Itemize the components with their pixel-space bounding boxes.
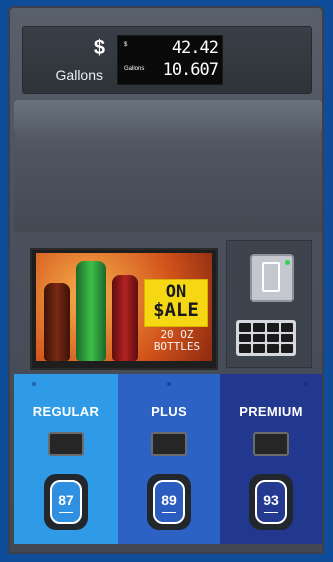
keypad-key[interactable] <box>281 323 293 332</box>
rivet <box>167 382 171 386</box>
lcd-dollar-tag: $ <box>124 42 128 48</box>
badge-underline <box>59 511 73 513</box>
dollar-label: $ <box>93 37 105 59</box>
pin-keypad[interactable] <box>236 320 296 356</box>
rivet <box>304 382 308 386</box>
octane-badge: 89 <box>153 480 185 524</box>
grade-label-plus: PLUS <box>151 404 187 419</box>
amount-value: 42.42 <box>171 38 219 58</box>
keypad-key[interactable] <box>253 323 265 332</box>
grade-regular: REGULAR 87 <box>14 374 118 544</box>
keypad-key[interactable] <box>253 333 265 343</box>
gallons-value: 10.607 <box>162 60 219 80</box>
lcd-gallons-tag: Gallons <box>124 66 145 72</box>
grade-window <box>253 432 289 456</box>
octane-plus: 89 <box>161 491 177 508</box>
grade-window <box>48 432 84 456</box>
grade-label-regular: REGULAR <box>32 404 100 419</box>
ad-screen: ON $ALE 20 OZ BOTTLES <box>30 248 218 370</box>
ad-image: ON $ALE 20 OZ BOTTLES <box>36 253 212 361</box>
grade-window <box>151 432 187 456</box>
display-hood <box>14 100 322 140</box>
lcd-readout: $ Gallons 42.42 10.607 <box>117 35 223 85</box>
size-line2: BOTTLES <box>153 339 201 353</box>
keypad-key[interactable] <box>239 333 251 343</box>
select-plus-button[interactable]: 89 <box>147 474 191 530</box>
gallons-label: Gallons <box>55 67 103 83</box>
select-regular-button[interactable]: 87 <box>44 474 88 530</box>
keypad-key[interactable] <box>267 344 279 353</box>
grade-premium: PREMIUM 93 <box>220 374 322 544</box>
keypad-key[interactable] <box>281 344 293 353</box>
octane-badge: 93 <box>255 480 287 524</box>
status-light-icon <box>285 260 290 265</box>
size-line1: 20 OZ <box>160 328 194 341</box>
keypad-key[interactable] <box>239 323 251 332</box>
keypad-key[interactable] <box>267 323 279 332</box>
octane-premium: 93 <box>263 491 279 508</box>
rivet <box>32 382 36 386</box>
keypad-key[interactable] <box>253 344 265 353</box>
sale-line2: $ALE <box>153 299 199 321</box>
select-premium-button[interactable]: 93 <box>249 474 293 530</box>
card-reader[interactable] <box>250 254 294 302</box>
upper-panel <box>14 150 322 232</box>
badge-underline <box>162 511 176 513</box>
badge-underline <box>264 511 278 513</box>
cola-bottle-image <box>44 283 70 361</box>
keypad-key[interactable] <box>281 333 293 343</box>
octane-regular: 87 <box>58 491 74 508</box>
octane-badge: 87 <box>50 480 82 524</box>
price-display-panel: $ Gallons $ Gallons 42.42 10.607 <box>22 26 312 94</box>
sale-line1: ON <box>165 282 187 302</box>
sale-tag: ON $ALE <box>144 279 208 327</box>
lime-bottle-image <box>76 261 106 361</box>
grade-label-premium: PREMIUM <box>239 404 303 419</box>
card-slot-icon <box>262 262 280 292</box>
size-text: 20 OZ BOTTLES <box>146 329 208 352</box>
cherry-bottle-image <box>112 275 138 361</box>
keypad-key[interactable] <box>267 333 279 343</box>
keypad-key[interactable] <box>239 344 251 353</box>
grade-plus: PLUS 89 <box>118 374 220 544</box>
